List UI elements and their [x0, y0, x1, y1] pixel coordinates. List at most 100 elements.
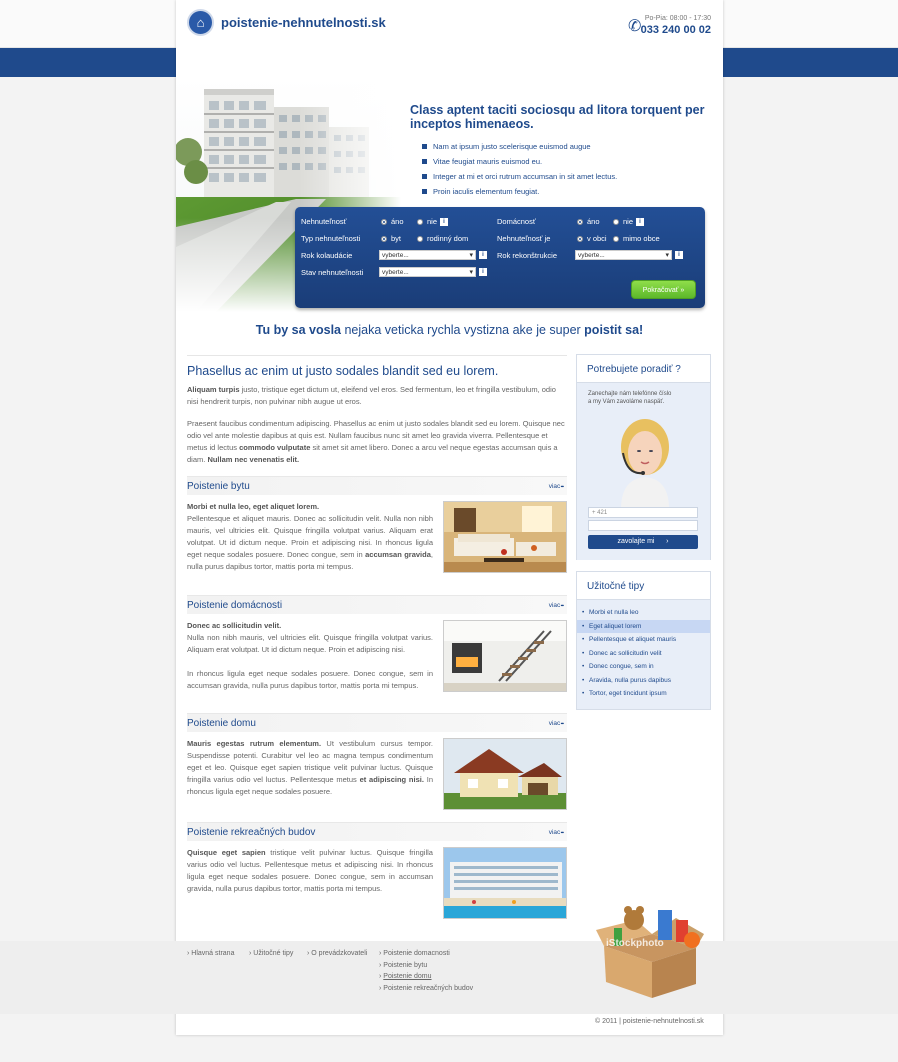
- info-icon[interactable]: i: [440, 217, 449, 226]
- tip-link[interactable]: Eget aliquet lorem: [577, 619, 710, 633]
- header: ⌂ poistenie-nehnutelnosti.sk ✆ Po-Pia: 0…: [176, 0, 723, 48]
- phone-input[interactable]: + 421: [588, 507, 698, 518]
- section-title[interactable]: Poistenie domu: [187, 718, 256, 729]
- section-recreational: Poistenie rekreačných budov viac Quisque …: [187, 822, 567, 919]
- footer-col-2: › Užitočné tipy: [249, 950, 293, 962]
- in-village-radio[interactable]: [577, 235, 583, 242]
- footer-link[interactable]: Poistenie domacnosti: [383, 950, 450, 957]
- info-icon[interactable]: i: [479, 268, 487, 276]
- footer-link[interactable]: Poistenie bytu: [383, 962, 427, 969]
- approval-year-select[interactable]: vyberte...: [379, 250, 476, 261]
- type-flat-radio[interactable]: [381, 235, 387, 242]
- household-yes-radio[interactable]: [577, 218, 583, 225]
- info-icon[interactable]: i: [675, 251, 683, 259]
- section-flat: Poistenie bytu viac Morbi et nulla leo, e…: [187, 476, 567, 573]
- reconstruction-year-select[interactable]: vyberte...: [575, 250, 672, 261]
- site-logo[interactable]: poistenie-nehnutelnosti.sk: [221, 15, 386, 30]
- footer-col-4: › Poistenie domacnosti › Poistenie bytu …: [379, 950, 473, 996]
- in-village-label: v obci: [587, 234, 607, 243]
- intro-bold: Nullam nec venenatis elit.: [207, 455, 300, 464]
- outside-village-label: mimo obce: [623, 234, 660, 243]
- interior-stairs-image: [443, 620, 567, 692]
- property-yes-radio[interactable]: [381, 218, 387, 225]
- tip-link[interactable]: Donec congue, sem in: [577, 660, 710, 674]
- reconstruction-year-label: Rok rekonštrukcie: [497, 250, 558, 260]
- nav-bullet-left: •: [182, 59, 185, 68]
- tip-link[interactable]: Tortor, eget tincidunt ipsum: [577, 687, 710, 701]
- section-bold: Morbi et nulla leo, eget aliquet lorem.: [187, 502, 320, 511]
- tagline-start: Tu by sa vosla: [255, 323, 341, 337]
- household-label: Domácnosť: [497, 217, 536, 226]
- more-link[interactable]: viac: [549, 720, 563, 727]
- location-label: Nehnuteľnosť je: [497, 234, 551, 243]
- nav-item-flat[interactable]: Poistenie bytu: [332, 58, 395, 67]
- info-icon[interactable]: i: [636, 217, 645, 226]
- callback-box: Potrebujete poradiť ? Zanechajte nám tel…: [576, 354, 711, 560]
- property-no-radio[interactable]: [417, 218, 423, 225]
- nav-item-home[interactable]: Hlavná strana: [181, 58, 243, 67]
- section-title[interactable]: Poistenie domácnosti: [187, 600, 282, 611]
- footer-link[interactable]: Poistenie rekreačných budov: [383, 985, 473, 992]
- footer-col-3: › O prevádzkovateli: [307, 950, 367, 962]
- section-title[interactable]: Poistenie rekreačných budov: [187, 827, 315, 838]
- section-text: Mauris egestas rutrum elementum. Ut vest…: [187, 738, 433, 798]
- more-link[interactable]: viac: [549, 829, 563, 836]
- tip-link[interactable]: Donec ac sollicitudin velit: [577, 647, 710, 661]
- intro-bold: commodo vulputate: [239, 443, 311, 452]
- section-bold: Mauris egestas rutrum elementum.: [187, 739, 322, 748]
- call-me-button[interactable]: zavolajte mi ›: [588, 535, 698, 549]
- tip-link[interactable]: Pellentesque et aliquet mauris: [577, 633, 710, 647]
- tips-box: Užitočné tipy Morbi et nulla leo Eget al…: [576, 571, 711, 710]
- section-bold: Quisque eget sapien: [187, 848, 266, 857]
- moving-box-illustration: iStockphoto: [596, 890, 706, 1000]
- hero-bullet: Integer at mi et orci rutrum accumsan in…: [422, 172, 617, 181]
- nav-item-household[interactable]: Poistenie domacnosti: [243, 58, 332, 67]
- office-hours: Po-Pia: 08:00 - 17:30: [644, 15, 711, 22]
- type-house-label: rodinný dom: [427, 234, 469, 243]
- intro-text: justo, tristique eget dictum ut, eleifen…: [187, 385, 556, 406]
- callback-text: Zanechajte nám telefónne číslo a my Vám …: [588, 391, 672, 405]
- operator-photo: [597, 409, 687, 509]
- outside-village-radio[interactable]: [613, 235, 619, 242]
- property-state-label: Stav nehnuteľnosti: [301, 267, 364, 277]
- intro-title: Phasellus ac enim ut justo sodales bland…: [187, 355, 567, 384]
- tip-link[interactable]: Aravida, nulla purus dapibus: [577, 674, 710, 688]
- intro-bold: Aliquam turpis: [187, 385, 240, 394]
- household-no-radio[interactable]: [613, 218, 619, 225]
- property-type-label: Typ nehnuteľnosti: [301, 234, 361, 243]
- intro: Phasellus ac enim ut justo sodales bland…: [187, 355, 567, 476]
- intro-paragraph-2: Praesent faucibus condimentum adipiscing…: [187, 418, 567, 466]
- property-yes-label: áno: [391, 217, 404, 226]
- footer-link[interactable]: Užitočné tipy: [253, 950, 293, 957]
- type-house-radio[interactable]: [417, 235, 423, 242]
- nav-item-house[interactable]: Poistenie domu: [396, 58, 464, 67]
- name-input[interactable]: [588, 520, 698, 531]
- hero-title: Class aptent taciti sociosqu ad litora t…: [410, 103, 705, 131]
- continue-button[interactable]: Pokračovať »: [631, 280, 696, 299]
- home-logo-icon[interactable]: ⌂: [187, 9, 214, 36]
- section-household: Poistenie domácnosti viac Donec ac sollic…: [187, 595, 567, 692]
- nav-bullet-right: •: [238, 59, 241, 68]
- footer-link[interactable]: Hlavná strana: [191, 950, 234, 957]
- nav-item-recreational[interactable]: Poistenie rekreačných budov: [464, 58, 580, 67]
- tagline-end: poistit sa!: [584, 323, 644, 337]
- type-flat-label: byt: [391, 234, 402, 243]
- more-link[interactable]: viac: [549, 483, 563, 490]
- nav-item-tips[interactable]: Užitočné tipy: [580, 58, 639, 67]
- footer-link[interactable]: O prevádzkovateli: [311, 950, 367, 957]
- tip-link[interactable]: Morbi et nulla leo: [577, 606, 710, 620]
- section-text-part: In rhoncus ligula eget neque sodales pos…: [187, 669, 433, 690]
- section-text: Quisque eget sapien tristique velit pulv…: [187, 847, 433, 895]
- section-text-part: Nulla non nibh mauris, vel ultricies eli…: [187, 633, 433, 654]
- property-label: Nehnuteľnosť: [301, 217, 347, 226]
- section-title[interactable]: Poistenie bytu: [187, 481, 250, 492]
- more-link[interactable]: viac: [549, 602, 563, 609]
- nav-item-operator[interactable]: O prevádzkovateli: [638, 58, 715, 67]
- info-icon[interactable]: i: [479, 251, 487, 259]
- footer-link[interactable]: Poistenie domu: [383, 973, 431, 980]
- property-no-label: nie: [427, 217, 438, 226]
- tips-title: Užitočné tipy: [577, 572, 710, 600]
- footer-col-1: › Hlavná strana: [187, 950, 234, 962]
- property-state-select[interactable]: vyberte...: [379, 267, 476, 278]
- quote-form: Nehnuteľnosť áno nie i Typ nehnuteľnosti…: [295, 207, 705, 308]
